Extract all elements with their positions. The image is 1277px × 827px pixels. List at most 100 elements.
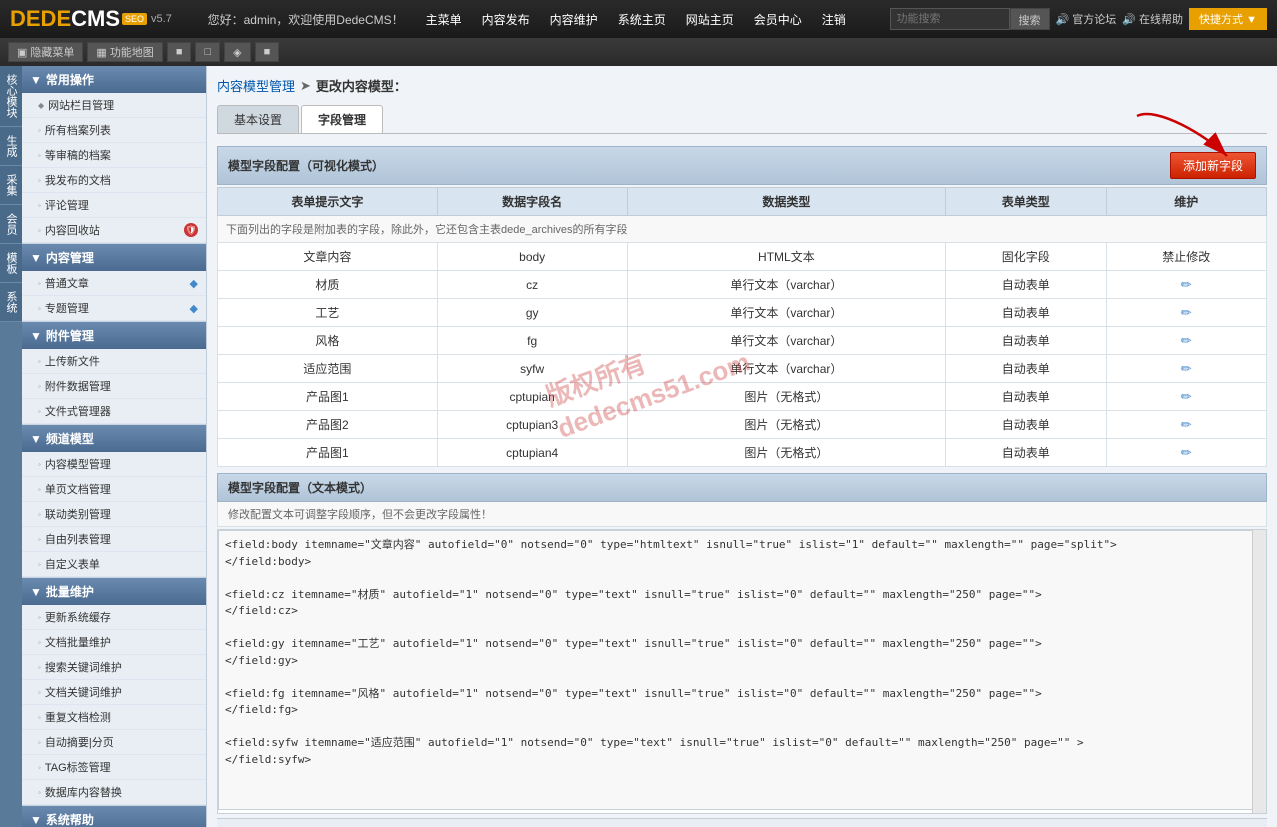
tab-basic-settings[interactable]: 基本设置 (217, 105, 299, 133)
sidebar-item-content-model[interactable]: ◦ 内容模型管理 (22, 452, 206, 477)
sidebar-item-dup-detect[interactable]: ◦ 重复文档检测 (22, 705, 206, 730)
forum-link[interactable]: 🔊 官方论坛 (1056, 11, 1117, 27)
nav-sysindex[interactable]: 系统主页 (610, 11, 674, 28)
search-input[interactable] (890, 8, 1010, 30)
edit-icon[interactable]: ✏ (1181, 277, 1192, 292)
side-label-collect[interactable]: 采集 (0, 166, 22, 205)
cell-display: 工艺 (218, 299, 438, 327)
nav-maintain[interactable]: 内容维护 (542, 11, 606, 28)
cell-form: 自动表单 (946, 271, 1106, 299)
breadcrumb: 内容模型管理 ➤ 更改内容模型： (217, 76, 1267, 95)
xml-textarea[interactable]: <field:body itemname="文章内容" autofield="0… (218, 530, 1266, 810)
side-label-template[interactable]: 模板 (0, 244, 22, 283)
sidebar-item-doc-keyword[interactable]: ◦ 文档关键词维护 (22, 680, 206, 705)
nav-logout[interactable]: 注销 (814, 11, 854, 28)
dot-icon: ◦ (38, 176, 41, 185)
nav-publish[interactable]: 内容发布 (474, 11, 538, 28)
cell-field: body (437, 243, 627, 271)
sidebar-item-label: 自动摘要|分页 (45, 734, 114, 750)
sidebar-item-archives-pending[interactable]: ◦ 等审稿的档案 (22, 143, 206, 168)
section-common-header[interactable]: ▼ 常用操作 (22, 66, 206, 93)
sidebar-item-label: 内容回收站 (45, 222, 100, 238)
cell-field: syfw (437, 355, 627, 383)
cell-action[interactable]: ✏ (1106, 271, 1266, 299)
sidebar-item-recycle[interactable]: ◦ 内容回收站 🛡 (22, 218, 206, 243)
sidebar-item-label: 网站栏目管理 (48, 97, 114, 113)
toolbar-icon2[interactable]: □ (195, 42, 220, 62)
add-field-button[interactable]: 添加新字段 (1170, 152, 1256, 179)
sidebar-item-custom-form[interactable]: ◦ 自定义表单 (22, 552, 206, 577)
sidebar-item-auto-summary[interactable]: ◦ 自动摘要|分页 (22, 730, 206, 755)
section-batch-header[interactable]: ▼ 批量维护 (22, 578, 206, 605)
sidebar-item-filemanager[interactable]: ◦ 文件式管理器 (22, 399, 206, 424)
sidebar-item-update-cache[interactable]: ◦ 更新系统缓存 (22, 605, 206, 630)
toolbar-icon3[interactable]: ◈ (224, 42, 250, 62)
dot-icon: ◦ (38, 688, 41, 697)
cell-type: 单行文本（varchar） (627, 299, 945, 327)
section-syshelp: ▼ 系统帮助 (22, 806, 206, 827)
cell-form: 自动表单 (946, 327, 1106, 355)
sidebar-item-label: 联动类别管理 (45, 506, 111, 522)
edit-icon[interactable]: ✏ (1181, 361, 1192, 376)
side-label-generate[interactable]: 生成 (0, 127, 22, 166)
cell-action[interactable]: ✏ (1106, 299, 1266, 327)
cell-action[interactable]: ✏ (1106, 383, 1266, 411)
section-attachment-header[interactable]: ▼ 附件管理 (22, 322, 206, 349)
sidebar-item-column[interactable]: ◆ 网站栏目管理 (22, 93, 206, 118)
sidebar-item-single-doc[interactable]: ◦ 单页文档管理 (22, 477, 206, 502)
cell-action[interactable]: ✏ (1106, 355, 1266, 383)
cell-type: 单行文本（varchar） (627, 271, 945, 299)
sidebar-item-upload[interactable]: ◦ 上传新文件 (22, 349, 206, 374)
sidebar-item-comments[interactable]: ◦ 评论管理 (22, 193, 206, 218)
dot-icon: ◦ (38, 357, 41, 366)
sidebar-item-articles[interactable]: ◦ 普通文章 ◆ (22, 271, 206, 296)
side-label-core[interactable]: 核心模块 (0, 66, 22, 127)
xml-scrollbar[interactable] (1252, 530, 1266, 813)
col-display: 表单提示文字 (218, 188, 438, 216)
text-section-title: 模型字段配置（文本模式） (228, 481, 372, 495)
sidebar-item-attach-data[interactable]: ◦ 附件数据管理 (22, 374, 206, 399)
section-content-header[interactable]: ▼ 内容管理 (22, 244, 206, 271)
nav-main[interactable]: 主菜单 (418, 11, 470, 28)
edit-icon[interactable]: ✏ (1181, 333, 1192, 348)
sidebar-item-archives-all[interactable]: ◦ 所有档案列表 (22, 118, 206, 143)
sidebar-item-topics[interactable]: ◦ 专题管理 ◆ (22, 296, 206, 321)
tab-field-management[interactable]: 字段管理 (301, 105, 383, 133)
sidebar-item-search-keyword[interactable]: ◦ 搜索关键词维护 (22, 655, 206, 680)
help-link[interactable]: 🔊 在线帮助 (1122, 11, 1183, 27)
edit-icon[interactable]: ✏ (1181, 305, 1192, 320)
kuaijie-button[interactable]: 快捷方式 ▼ (1189, 8, 1267, 30)
cell-action[interactable]: ✏ (1106, 411, 1266, 439)
edit-icon[interactable]: ✏ (1181, 389, 1192, 404)
section-common-arrow: ▼ (30, 73, 42, 87)
sidebar-item-linked-category[interactable]: ◦ 联动类别管理 (22, 502, 206, 527)
nav-siteindex[interactable]: 网站主页 (678, 11, 742, 28)
cell-display: 风格 (218, 327, 438, 355)
section-syshelp-header[interactable]: ▼ 系统帮助 (22, 806, 206, 827)
sidebar-item-label: TAG标签管理 (45, 759, 111, 775)
sidebar-item-batch-doc[interactable]: ◦ 文档批量维护 (22, 630, 206, 655)
sidebar-item-my-docs[interactable]: ◦ 我发布的文档 (22, 168, 206, 193)
sidebar-item-free-list[interactable]: ◦ 自由列表管理 (22, 527, 206, 552)
edit-icon[interactable]: ✏ (1181, 445, 1192, 460)
toolbar-icon4[interactable]: ■ (255, 42, 280, 62)
sidebar-item-db-replace[interactable]: ◦ 数据库内容替换 (22, 780, 206, 805)
dot-icon: ◦ (38, 304, 41, 313)
breadcrumb-parent[interactable]: 内容模型管理 (217, 76, 295, 95)
section-content-arrow: ▼ (30, 251, 42, 265)
sidebar-item-tag[interactable]: ◦ TAG标签管理 (22, 755, 206, 780)
section-common-label: 常用操作 (46, 71, 94, 88)
toolbar-icon1[interactable]: ■ (167, 42, 192, 62)
side-label-system[interactable]: 系统 (0, 283, 22, 322)
text-config-header: 模型字段配置（文本模式） (217, 473, 1267, 502)
function-map-button[interactable]: ▦ 功能地图 (87, 42, 162, 62)
cell-action[interactable]: ✏ (1106, 327, 1266, 355)
side-label-member[interactable]: 会员 (0, 205, 22, 244)
section-channel-header[interactable]: ▼ 频道模型 (22, 425, 206, 452)
cell-action[interactable]: ✏ (1106, 439, 1266, 467)
hide-menu-button[interactable]: ▣ 隐藏菜单 (8, 42, 83, 62)
edit-icon[interactable]: ✏ (1181, 417, 1192, 432)
search-button[interactable]: 搜索 (1010, 8, 1050, 30)
nav-member[interactable]: 会员中心 (746, 11, 810, 28)
xml-container: <field:body itemname="文章内容" autofield="0… (217, 529, 1267, 814)
